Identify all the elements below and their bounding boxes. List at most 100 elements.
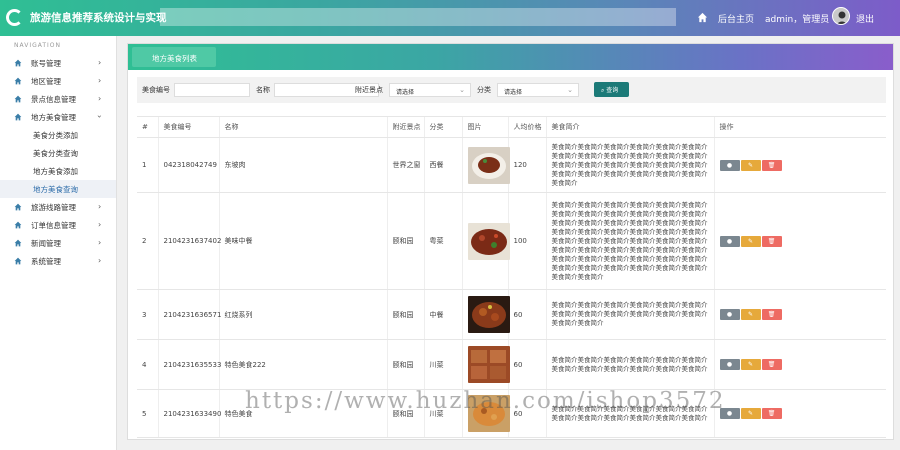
table-row: 1 0423180427­49 东坡肉 世界之窗 西餐 120 美食简介美食简介… bbox=[137, 137, 886, 193]
tab-food-list[interactable]: 地方美食列表 bbox=[132, 47, 216, 67]
logo-icon bbox=[6, 9, 23, 26]
column-header: 附近景点 bbox=[386, 116, 424, 138]
sidebar-item-label: 旅游线路管理 bbox=[31, 203, 76, 212]
food-category: 中餐 bbox=[423, 289, 462, 340]
home-icon bbox=[14, 203, 22, 211]
category-select-value: 请选择 bbox=[504, 89, 523, 96]
avatar[interactable] bbox=[832, 7, 850, 25]
watermark-text: https://www.huzhan.com/ishop3572 bbox=[245, 388, 726, 414]
delete-button[interactable]: 🗑 bbox=[761, 408, 782, 419]
edit-button[interactable]: ✎ bbox=[740, 408, 761, 419]
table-row: 2 2104231637402 美味中餐 颐和园 粤菜 100 美食简介美食简介… bbox=[137, 192, 886, 290]
view-button[interactable]: ● bbox=[719, 359, 740, 370]
spot-label: 附近景点 bbox=[355, 86, 383, 94]
view-button[interactable]: ● bbox=[719, 309, 740, 320]
logout-link[interactable]: 退出 bbox=[856, 12, 874, 25]
row-number: 1 bbox=[137, 137, 158, 193]
home-icon bbox=[14, 257, 22, 265]
food-code: 2104231633490 bbox=[157, 389, 221, 438]
home-icon bbox=[14, 77, 22, 85]
column-header: 分类 bbox=[423, 116, 462, 138]
delete-button[interactable]: 🗑 bbox=[761, 235, 782, 247]
column-header: 人均价格 bbox=[507, 116, 546, 138]
food-spot: 颐和园 bbox=[386, 192, 424, 290]
food-image-cell bbox=[461, 289, 510, 340]
row-number: 5 bbox=[137, 389, 158, 438]
food-price: 120 bbox=[507, 137, 546, 193]
sidebar-subitem-label: 地方美食添加 bbox=[33, 167, 78, 176]
tab-strip: 地方美食列表 bbox=[128, 44, 893, 70]
food-spot: 颐和园 bbox=[386, 339, 424, 390]
edit-button[interactable]: ✎ bbox=[740, 309, 761, 320]
food-category: 川菜 bbox=[423, 339, 462, 390]
sidebar-item-region[interactable]: 地区管理 › bbox=[0, 72, 116, 90]
home-icon bbox=[14, 113, 22, 121]
sidebar-item-label: 新闻管理 bbox=[31, 239, 61, 248]
home-icon bbox=[14, 95, 22, 103]
food-spot: 世界之窗 bbox=[386, 137, 424, 193]
edit-button[interactable]: ✎ bbox=[740, 235, 761, 247]
chevron-right-icon: › bbox=[98, 94, 102, 103]
sidebar-item-system[interactable]: 系统管理 › bbox=[0, 252, 116, 270]
chevron-right-icon: › bbox=[98, 58, 102, 67]
chevron-down-icon: ⌄ bbox=[459, 86, 465, 94]
spot-select-value: 请选择 bbox=[396, 89, 415, 96]
sidebar-item-label: 账号管理 bbox=[31, 59, 61, 68]
sidebar-subitem-food-query[interactable]: 地方美食查询 bbox=[0, 180, 116, 198]
row-number: 2 bbox=[137, 192, 158, 290]
sidebar-item-label: 订单信息管理 bbox=[31, 221, 76, 230]
food-name: 特色美食222 bbox=[218, 339, 387, 390]
edit-button[interactable]: ✎ bbox=[740, 359, 761, 370]
sidebar-item-food[interactable]: 地方美食管理 › bbox=[0, 108, 116, 126]
sidebar-item-label: 系统管理 bbox=[31, 257, 61, 266]
sidebar-item-account[interactable]: 账号管理 › bbox=[0, 54, 116, 72]
sidebar-item-label: 地方美食管理 bbox=[31, 113, 76, 122]
sidebar-item-order[interactable]: 订单信息管理 › bbox=[0, 216, 116, 234]
chevron-right-icon: › bbox=[98, 220, 102, 229]
food-intro: 美食简介美食简介美食简介美食简介美食简介美食简介美食简介美食简介美食简介美食简介… bbox=[545, 289, 714, 340]
column-header: 美食编号 bbox=[157, 116, 219, 138]
search-button[interactable]: ⌕ 查询 bbox=[594, 82, 629, 97]
food-image bbox=[467, 222, 510, 260]
code-input[interactable] bbox=[174, 83, 250, 97]
actions-cell: ● ✎ 🗑 bbox=[713, 192, 886, 290]
sidebar-subitem-category-query[interactable]: 美食分类查询 bbox=[0, 144, 116, 162]
actions-cell: ● ✎ 🗑 bbox=[713, 137, 886, 193]
food-price: 60 bbox=[507, 339, 546, 390]
delete-button[interactable]: 🗑 bbox=[761, 359, 782, 370]
chevron-down-icon: › bbox=[95, 114, 105, 119]
sidebar-item-scenic[interactable]: 景点信息管理 › bbox=[0, 90, 116, 108]
delete-button[interactable]: 🗑 bbox=[761, 159, 782, 171]
food-image bbox=[467, 296, 510, 333]
table-row: 4 2104231635533 特色美食222 颐和园 川菜 60 美食简介美食… bbox=[137, 339, 886, 390]
table-row: 3 2104231636571 红烧系列 颐和园 中餐 60 美食简介美食简介美… bbox=[137, 289, 886, 340]
sidebar-item-label: 地区管理 bbox=[31, 77, 61, 86]
view-button[interactable]: ● bbox=[719, 235, 740, 247]
edit-button[interactable]: ✎ bbox=[740, 159, 761, 171]
food-image bbox=[467, 346, 510, 383]
chevron-right-icon: › bbox=[98, 238, 102, 247]
app-title: 旅游信息推荐系统设计与实现 bbox=[30, 12, 167, 24]
sidebar-subitem-category-add[interactable]: 美食分类添加 bbox=[0, 126, 116, 144]
view-button[interactable]: ● bbox=[719, 159, 740, 171]
column-header: 操作 bbox=[713, 116, 886, 138]
nav-heading: NAVIGATION bbox=[14, 42, 62, 49]
spot-select[interactable]: 请选择 ⌄ bbox=[389, 83, 471, 97]
sidebar: NAVIGATION 账号管理 › 地区管理 › 景点信息管理 › 地方美食管理… bbox=[0, 36, 117, 450]
sidebar-subitem-label: 地方美食查询 bbox=[33, 185, 78, 194]
top-header: 旅游信息推荐系统设计与实现 后台主页 admin，管理员 退出 bbox=[0, 0, 900, 36]
home-link[interactable]: 后台主页 bbox=[718, 12, 754, 25]
food-category: 西餐 bbox=[423, 137, 462, 193]
actions-cell: ● ✎ 🗑 bbox=[713, 389, 886, 438]
sidebar-item-news[interactable]: 新闻管理 › bbox=[0, 234, 116, 252]
sidebar-subitem-label: 美食分类添加 bbox=[33, 131, 78, 140]
home-icon[interactable] bbox=[697, 12, 708, 23]
column-header: 图片 bbox=[461, 116, 508, 138]
sidebar-item-route[interactable]: 旅游线路管理 › bbox=[0, 198, 116, 216]
food-code: 2104231636571 bbox=[157, 289, 221, 340]
category-select[interactable]: 请选择 ⌄ bbox=[497, 83, 579, 97]
filter-bar: 美食编号 名称 附近景点 请选择 ⌄ 分类 请选择 ⌄ ⌕ 查询 bbox=[137, 77, 886, 103]
delete-button[interactable]: 🗑 bbox=[761, 309, 782, 320]
sidebar-subitem-food-add[interactable]: 地方美食添加 bbox=[0, 162, 116, 180]
home-icon bbox=[14, 59, 22, 67]
